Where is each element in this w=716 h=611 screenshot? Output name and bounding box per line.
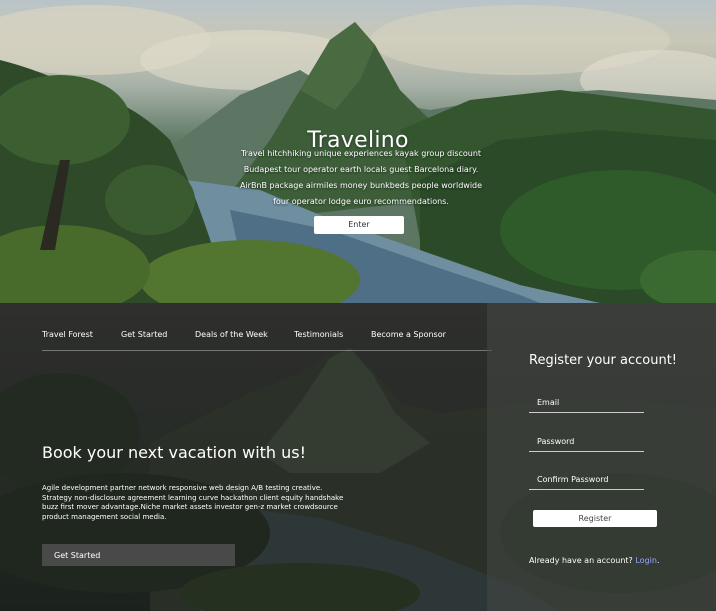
login-prompt-text: Already have an account? <box>529 556 633 565</box>
enter-button[interactable]: Enter <box>314 216 404 234</box>
hero-description: Travel hitchhiking unique experiences ka… <box>239 149 483 206</box>
hero-section: Travelino Travel hitchhiking unique expe… <box>0 0 716 303</box>
confirm-password-field[interactable] <box>529 472 644 490</box>
nav-item-travel-forest[interactable]: Travel Forest <box>42 330 93 339</box>
register-panel: Register your account! Register Already … <box>487 303 716 611</box>
nav-item-testimonials[interactable]: Testimonials <box>294 330 343 339</box>
register-button[interactable]: Register <box>533 510 657 527</box>
main-heading: Book your next vacation with us! <box>42 443 307 462</box>
main-description: Agile development partner network respon… <box>42 484 344 521</box>
password-field[interactable] <box>529 434 644 452</box>
lower-section: Travel Forest Get Started Deals of the W… <box>0 303 716 611</box>
get-started-button[interactable]: Get Started <box>42 544 235 566</box>
nav-item-get-started[interactable]: Get Started <box>121 330 167 339</box>
login-prompt-line: Already have an account? Login. <box>529 556 659 565</box>
nav-item-deals-of-the-week[interactable]: Deals of the Week <box>195 330 268 339</box>
register-title: Register your account! <box>529 353 678 368</box>
email-field[interactable] <box>529 395 644 413</box>
login-link[interactable]: Login <box>635 556 657 565</box>
nav-item-become-a-sponsor[interactable]: Become a Sponsor <box>371 330 446 339</box>
main-nav: Travel Forest Get Started Deals of the W… <box>42 330 492 351</box>
login-suffix: . <box>656 556 660 565</box>
